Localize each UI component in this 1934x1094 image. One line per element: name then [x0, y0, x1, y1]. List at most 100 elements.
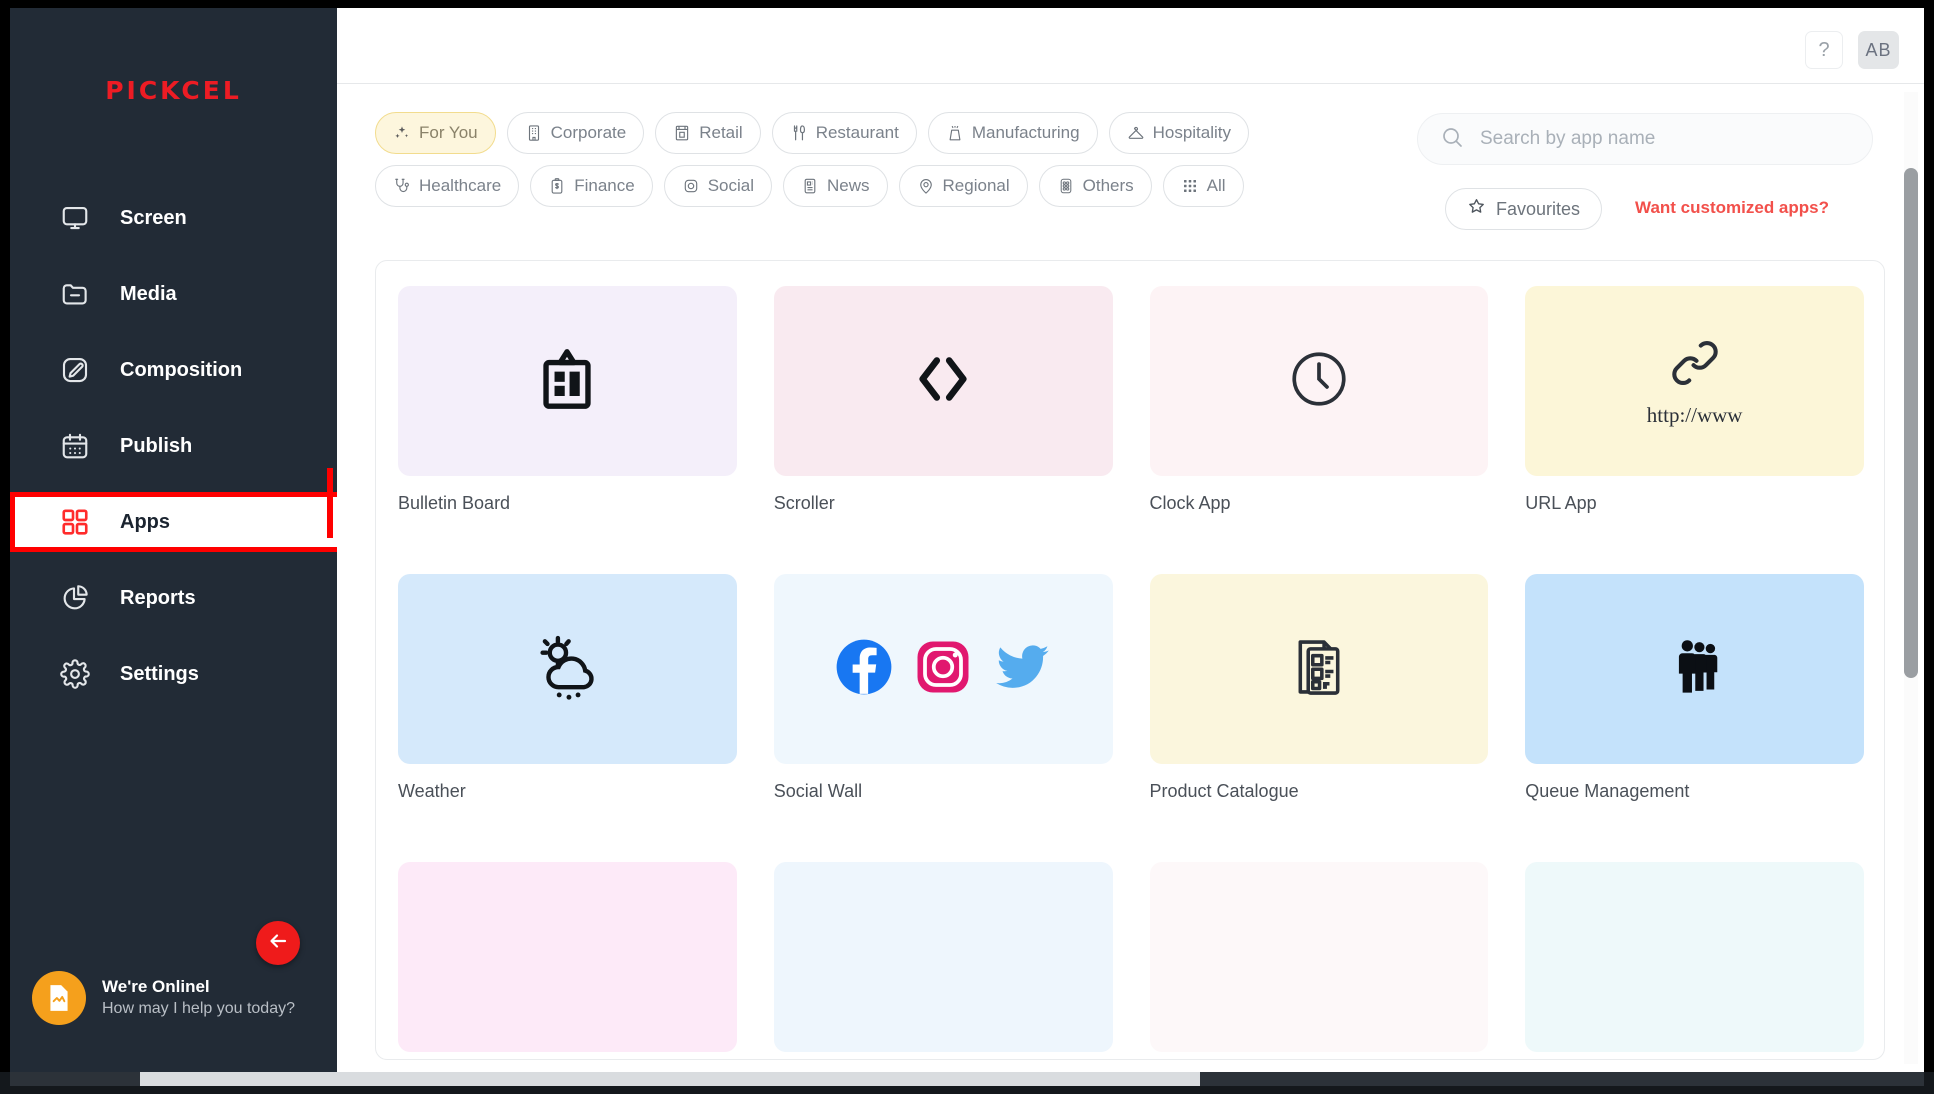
chip-manufacturing[interactable]: Manufacturing [928, 112, 1098, 154]
app-card-row3-3[interactable] [1150, 862, 1489, 1060]
chip-label: Restaurant [816, 123, 899, 143]
chip-label: Manufacturing [972, 123, 1080, 143]
vertical-scrollbar-thumb[interactable] [1904, 168, 1918, 678]
chip-for-you[interactable]: For You [375, 112, 496, 154]
chip-news[interactable]: News [783, 165, 888, 207]
apps-grid: Bulletin Board Scroller [376, 261, 1885, 1060]
app-card-bulletin-board[interactable]: Bulletin Board [398, 286, 737, 574]
map-pin-icon [917, 177, 935, 195]
instagram-icon [913, 637, 973, 702]
app-tile [1525, 862, 1864, 1052]
sidebar-item-reports[interactable]: Reports [10, 568, 337, 628]
newspaper-icon [801, 177, 819, 195]
app-tile [774, 286, 1113, 476]
chip-social[interactable]: Social [664, 165, 772, 207]
sidebar-item-apps[interactable]: Apps [10, 492, 337, 552]
app-card-label: Weather [398, 781, 737, 802]
horizontal-scrollbar-thumb[interactable] [140, 1072, 1200, 1086]
app-tile [774, 862, 1113, 1052]
pie-chart-icon [58, 581, 92, 615]
app-tile: http://www [1525, 286, 1864, 476]
apps-panel: Bulletin Board Scroller [375, 260, 1885, 1060]
chip-label: Hospitality [1153, 123, 1231, 143]
camera-square-icon [682, 177, 700, 195]
sidebar: PICKCEL Screen Media [10, 8, 337, 1072]
chip-restaurant[interactable]: Restaurant [772, 112, 917, 154]
chip-all[interactable]: All [1163, 165, 1244, 207]
arrow-left-icon [266, 929, 290, 958]
app-card-row3-1[interactable] [398, 862, 737, 1060]
app-card-social-wall[interactable]: Social Wall [774, 574, 1113, 862]
cutlery-icon [790, 124, 808, 142]
chip-regional[interactable]: Regional [899, 165, 1028, 207]
twitter-icon [991, 636, 1053, 703]
sidebar-item-settings[interactable]: Settings [10, 644, 337, 704]
search-bar[interactable] [1417, 113, 1873, 165]
favourites-button[interactable]: Favourites [1445, 188, 1602, 230]
calendar-icon [58, 429, 92, 463]
app-card-queue-management[interactable]: Queue Management [1525, 574, 1864, 862]
sidebar-collapse-button[interactable] [256, 921, 300, 965]
sidebar-item-label: Settings [120, 663, 199, 686]
sidebar-item-publish[interactable]: Publish [10, 416, 337, 476]
social-logos-icon [833, 636, 1053, 703]
app-card-row3-4[interactable] [1525, 862, 1864, 1060]
app-root: PICKCEL Screen Media [0, 0, 1934, 1094]
app-card-product-catalogue[interactable]: Product Catalogue [1150, 574, 1489, 862]
app-tile [774, 574, 1113, 764]
chat-widget[interactable]: We're Onlinel How may I help you today? [32, 971, 295, 1025]
chip-others[interactable]: Others [1039, 165, 1152, 207]
office-building-icon [525, 124, 543, 142]
app-tile [398, 574, 737, 764]
sidebar-item-media[interactable]: Media [10, 264, 337, 324]
avatar[interactable]: AB [1858, 31, 1899, 69]
app-card-weather[interactable]: Weather [398, 574, 737, 862]
chat-title: We're Onlinel [102, 976, 295, 998]
chip-label: Others [1083, 176, 1134, 196]
app-card-label: Product Catalogue [1150, 781, 1489, 802]
app-card-row3-2[interactable] [774, 862, 1113, 1060]
sidebar-item-screen[interactable]: Screen [10, 188, 337, 248]
customized-apps-link[interactable]: Want customized apps? [1635, 198, 1829, 218]
app-tile [1150, 574, 1489, 764]
chip-corporate[interactable]: Corporate [507, 112, 645, 154]
help-button[interactable]: ? [1805, 31, 1843, 69]
app-card-clock-app[interactable]: Clock App [1150, 286, 1489, 574]
app-card-label: URL App [1525, 493, 1864, 514]
top-bar: ? AB [337, 8, 1924, 84]
app-card-scroller[interactable]: Scroller [774, 286, 1113, 574]
app-card-label: Bulletin Board [398, 493, 737, 514]
link-icon [1666, 334, 1724, 397]
sidebar-nav: Screen Media Compositi [10, 188, 337, 720]
chip-retail[interactable]: Retail [655, 112, 760, 154]
chat-subtitle: How may I help you today? [102, 998, 295, 1020]
chip-hospitality[interactable]: Hospitality [1109, 112, 1249, 154]
favourites-label: Favourites [1496, 199, 1580, 220]
sparkles-icon [393, 124, 411, 142]
stethoscope-icon [393, 177, 411, 195]
edit-square-icon [58, 353, 92, 387]
chip-label: All [1207, 176, 1226, 196]
sun-cloud-rain-icon [528, 628, 606, 711]
app-tile [1150, 862, 1489, 1052]
chip-finance[interactable]: Finance [530, 165, 652, 207]
chip-healthcare[interactable]: Healthcare [375, 165, 519, 207]
chip-label: Retail [699, 123, 742, 143]
app-card-label: Clock App [1150, 493, 1489, 514]
sidebar-item-label: Apps [120, 511, 170, 534]
app-tile [398, 286, 737, 476]
factory-icon [946, 124, 964, 142]
app-tile [398, 862, 737, 1052]
active-item-highlight-edge [327, 468, 333, 538]
brand-logo: PICKCEL [10, 76, 337, 105]
sidebar-item-label: Reports [120, 587, 196, 610]
search-input[interactable] [1480, 128, 1850, 150]
chat-text: We're Onlinel How may I help you today? [102, 976, 295, 1020]
dots-square-icon [1057, 177, 1075, 195]
sidebar-item-composition[interactable]: Composition [10, 340, 337, 400]
clock-icon [1286, 346, 1352, 417]
app-card-url-app[interactable]: http://www URL App [1525, 286, 1864, 574]
store-icon [673, 124, 691, 142]
folder-minus-icon [58, 277, 92, 311]
app-tile [1150, 286, 1489, 476]
